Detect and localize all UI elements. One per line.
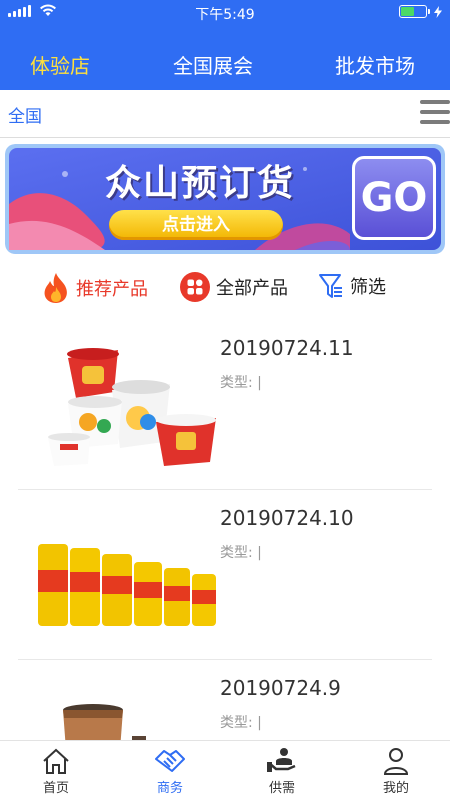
status-bar: 下午5:49 bbox=[0, 0, 450, 24]
filter-all-products[interactable]: 全部产品 bbox=[180, 272, 288, 302]
product-image-paper-bowls bbox=[48, 348, 216, 466]
product-title: 20190724.11 bbox=[220, 336, 354, 360]
supply-demand-icon bbox=[267, 748, 296, 772]
tab-national-exhibition[interactable]: 全国展会 bbox=[173, 50, 253, 79]
status-time: 下午5:49 bbox=[195, 7, 255, 23]
bottom-tab-bar: 首页 商务 供需 我的 bbox=[0, 740, 450, 800]
home-icon bbox=[43, 748, 69, 774]
handshake-icon bbox=[155, 750, 185, 772]
status-right bbox=[399, 5, 442, 18]
nav-me-label: 我的 bbox=[382, 781, 409, 796]
product-type: 类型: | bbox=[220, 715, 262, 731]
battery-icon bbox=[399, 5, 430, 18]
grid-icon bbox=[180, 272, 210, 302]
banner-title: 众山预订货 bbox=[105, 163, 296, 204]
tab-experience-store[interactable]: 体验店 bbox=[30, 50, 90, 79]
nav-supply-label: 供需 bbox=[268, 781, 295, 796]
region-selector[interactable]: 全国 bbox=[8, 102, 42, 127]
charging-icon bbox=[434, 5, 442, 18]
nav-home[interactable]: 首页 bbox=[16, 747, 96, 796]
filter-screen[interactable]: 筛选 bbox=[318, 272, 386, 300]
user-icon bbox=[383, 748, 409, 775]
product-type: 类型: | bbox=[220, 545, 262, 561]
nav-supply-demand[interactable]: 供需 bbox=[242, 747, 322, 796]
nav-business-label: 商务 bbox=[156, 781, 183, 796]
product-item[interactable]: 20190724.11 类型: | bbox=[18, 320, 432, 490]
filter-icon bbox=[319, 274, 342, 298]
filter-recommended-label: 推荐产品 bbox=[76, 279, 148, 300]
filter-all-label: 全部产品 bbox=[216, 278, 288, 299]
product-item[interactable]: 20190724.10 类型: | bbox=[18, 490, 432, 660]
product-image-cling-film bbox=[38, 544, 216, 626]
nav-home-label: 首页 bbox=[42, 781, 69, 796]
tab-wholesale-market[interactable]: 批发市场 bbox=[335, 50, 415, 79]
product-type: 类型: | bbox=[220, 375, 262, 391]
promo-banner[interactable]: 众山预订货 点击进入 GO bbox=[5, 144, 445, 254]
top-tab-bar: 体验店 全国展会 批发市场 bbox=[0, 24, 450, 90]
filter-recommended[interactable]: 推荐产品 bbox=[42, 272, 148, 304]
product-title: 20190724.10 bbox=[220, 506, 354, 530]
region-row: 全国 bbox=[0, 90, 450, 138]
nav-me[interactable]: 我的 bbox=[356, 747, 436, 796]
product-title: 20190724.9 bbox=[220, 676, 341, 700]
flame-icon bbox=[44, 273, 67, 303]
banner-go-button[interactable]: GO bbox=[352, 156, 436, 240]
filter-screen-label: 筛选 bbox=[350, 277, 386, 298]
app-screen: 下午5:49 体验店 全国展会 批发市场 全国 众山预订货 点击进入 GO 推荐… bbox=[0, 0, 450, 800]
menu-icon[interactable] bbox=[420, 100, 450, 128]
nav-business[interactable]: 商务 bbox=[130, 747, 210, 796]
filter-row: 推荐产品 全部产品 筛选 bbox=[0, 268, 450, 308]
banner-enter-button[interactable]: 点击进入 bbox=[109, 210, 283, 240]
